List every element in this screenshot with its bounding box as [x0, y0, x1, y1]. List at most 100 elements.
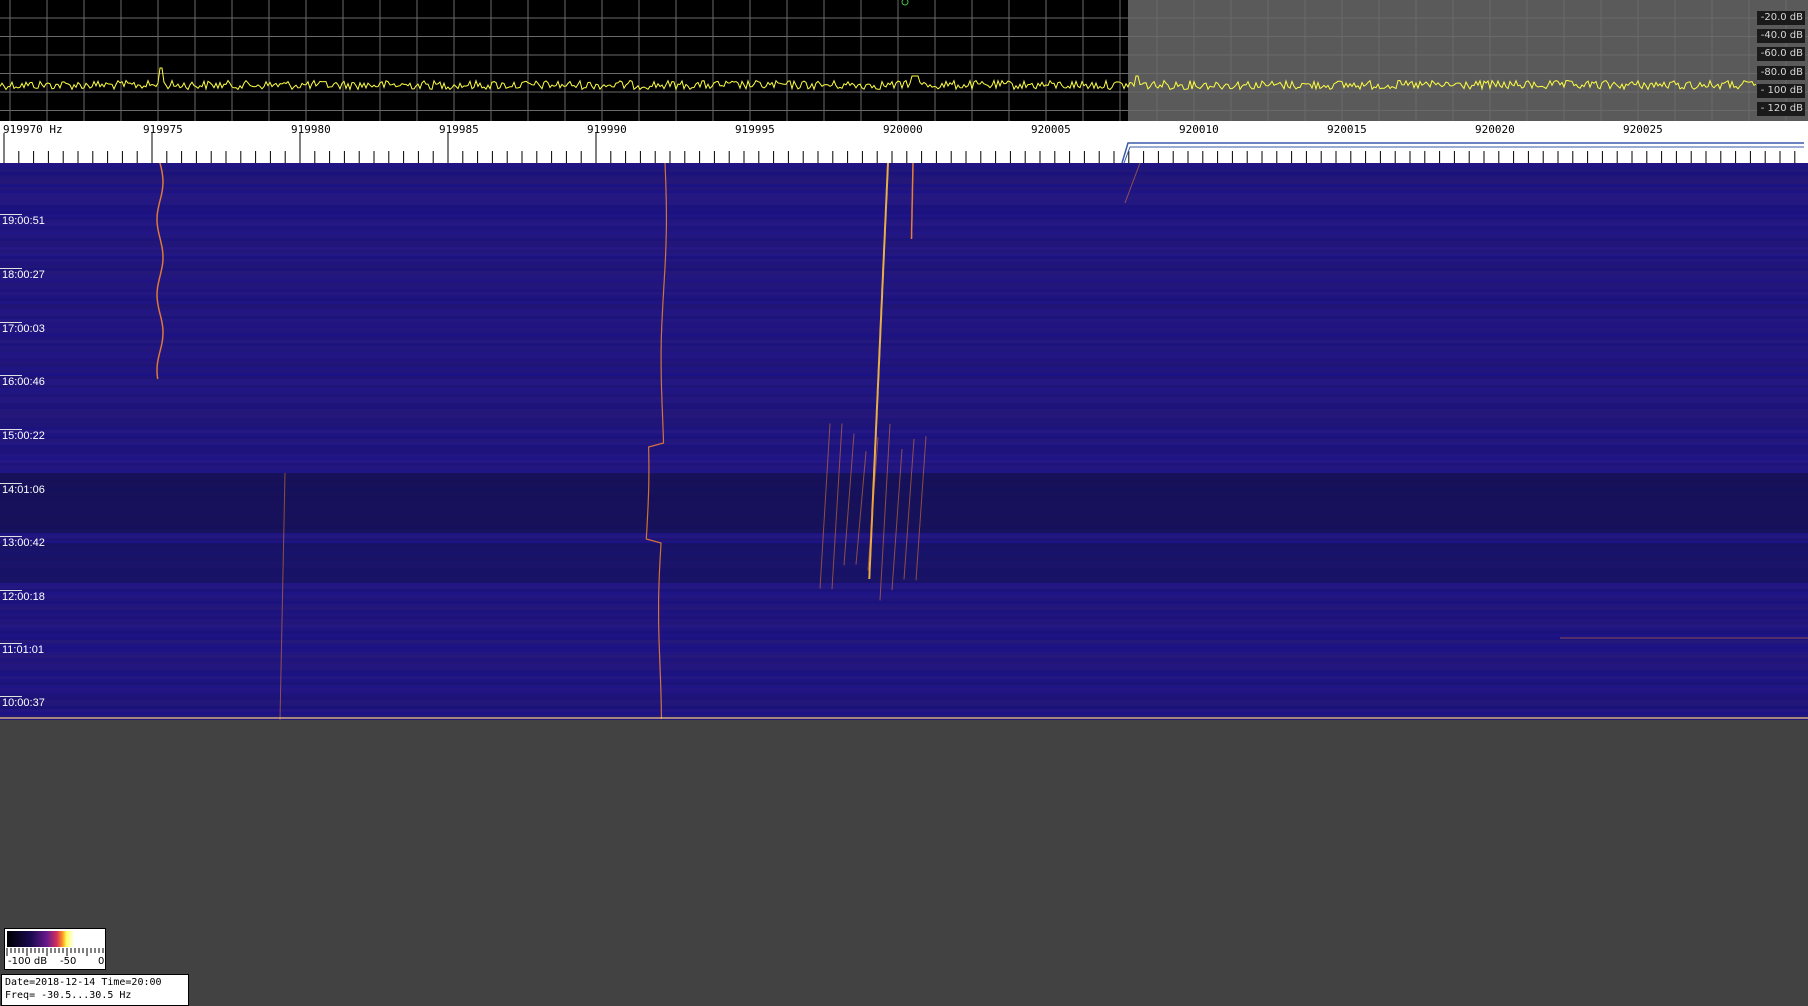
noise-row — [0, 409, 1808, 412]
time-label: 16:00:46 — [2, 376, 45, 388]
noise-row — [0, 367, 1808, 370]
noise-row — [0, 628, 1808, 631]
noise-row — [0, 250, 1808, 253]
noise-row — [0, 208, 1808, 211]
db-label: -20.0 dB — [1757, 11, 1805, 25]
db-label: - 100 dB — [1757, 84, 1805, 98]
noise-row — [0, 196, 1808, 199]
noise-row — [0, 604, 1808, 607]
ruler-start-label: 919970 Hz — [3, 123, 63, 136]
noise-row — [0, 466, 1808, 469]
noise-row — [0, 262, 1808, 265]
noise-row — [0, 271, 1808, 274]
noise-row — [0, 622, 1808, 625]
noise-row — [0, 229, 1808, 232]
noise-row — [0, 442, 1808, 445]
noise-row — [0, 406, 1808, 409]
noise-row — [0, 646, 1808, 649]
noise-row — [0, 688, 1808, 691]
noise-row — [0, 355, 1808, 358]
noise-row — [0, 613, 1808, 616]
noise-row — [0, 415, 1808, 418]
noise-row — [0, 679, 1808, 682]
noise-row — [0, 430, 1808, 433]
noise-row — [0, 460, 1808, 463]
noise-row — [0, 352, 1808, 355]
info-date-time: Date=2018-12-14 Time=20:00 — [5, 977, 162, 988]
noise-row — [0, 631, 1808, 634]
noise-row — [0, 397, 1808, 400]
frequency-ruler[interactable]: 919970 Hz 919975 919980 919985 919990 91… — [0, 121, 1808, 163]
freq-label: 919990 — [587, 123, 627, 136]
noise-row — [0, 712, 1808, 715]
noise-row — [0, 667, 1808, 670]
time-label: 15:00:22 — [2, 430, 45, 442]
time-label: 17:00:03 — [2, 323, 45, 335]
noise-row — [0, 181, 1808, 184]
noise-row — [0, 388, 1808, 391]
noise-row — [0, 643, 1808, 646]
freq-label: 920015 — [1327, 123, 1367, 136]
colorbar-legend: -100 dB -50 0 — [4, 928, 106, 970]
noise-row — [0, 322, 1808, 325]
noise-row — [0, 370, 1808, 373]
noise-row — [0, 199, 1808, 202]
noise-row — [0, 625, 1808, 628]
noise-row — [0, 295, 1808, 298]
noise-row — [0, 661, 1808, 664]
noise-row — [0, 586, 1808, 589]
noise-row — [0, 361, 1808, 364]
freq-label: 919980 — [291, 123, 331, 136]
info-frequency-range: Freq= -30.5...30.5 Hz — [5, 990, 132, 1001]
noise-row — [0, 358, 1808, 361]
noise-row — [0, 184, 1808, 187]
noise-row — [0, 685, 1808, 688]
freq-label: 920005 — [1031, 123, 1071, 136]
noise-row — [0, 310, 1808, 313]
noise-row — [0, 340, 1808, 343]
noise-row — [0, 538, 1808, 541]
noise-row — [0, 286, 1808, 289]
waterfall-display[interactable]: 19:00:51 18:00:27 17:00:03 16:00:46 15:0… — [0, 163, 1808, 720]
noise-row — [0, 535, 1808, 538]
noise-row — [0, 583, 1808, 586]
freq-label: 919975 — [143, 123, 183, 136]
noise-row — [0, 616, 1808, 619]
selection-marker-lower — [1123, 146, 1804, 163]
freq-label: 920025 — [1623, 123, 1663, 136]
noise-row — [0, 670, 1808, 673]
marker-icon — [901, 0, 909, 6]
noise-row — [0, 451, 1808, 454]
noise-row — [0, 682, 1808, 685]
time-label: 11:01:01 — [2, 644, 45, 656]
noise-row — [0, 172, 1808, 175]
noise-row — [0, 694, 1808, 697]
db-label: - 120 dB — [1757, 102, 1805, 116]
noise-row — [0, 265, 1808, 268]
noise-row — [0, 175, 1808, 178]
noise-row — [0, 220, 1808, 223]
noise-row — [0, 211, 1808, 214]
noise-row — [0, 706, 1808, 709]
noise-row — [0, 385, 1808, 388]
noise-row — [0, 289, 1808, 292]
noise-row — [0, 205, 1808, 208]
noise-row — [0, 169, 1808, 172]
freq-label: 920020 — [1475, 123, 1515, 136]
noise-row — [0, 709, 1808, 712]
noise-row — [0, 607, 1808, 610]
noise-row — [0, 601, 1808, 604]
noise-row — [0, 418, 1808, 421]
noise-row — [0, 469, 1808, 472]
noise-row — [0, 592, 1808, 595]
noise-row — [0, 247, 1808, 250]
noise-row — [0, 190, 1808, 193]
freq-label: 920000 — [883, 123, 923, 136]
noise-row — [0, 283, 1808, 286]
time-label: 14:01:06 — [2, 484, 45, 496]
colorbar-gradient — [7, 931, 103, 947]
noise-row — [0, 301, 1808, 304]
noise-row — [0, 334, 1808, 337]
noise-row — [0, 673, 1808, 676]
noise-row — [0, 676, 1808, 679]
